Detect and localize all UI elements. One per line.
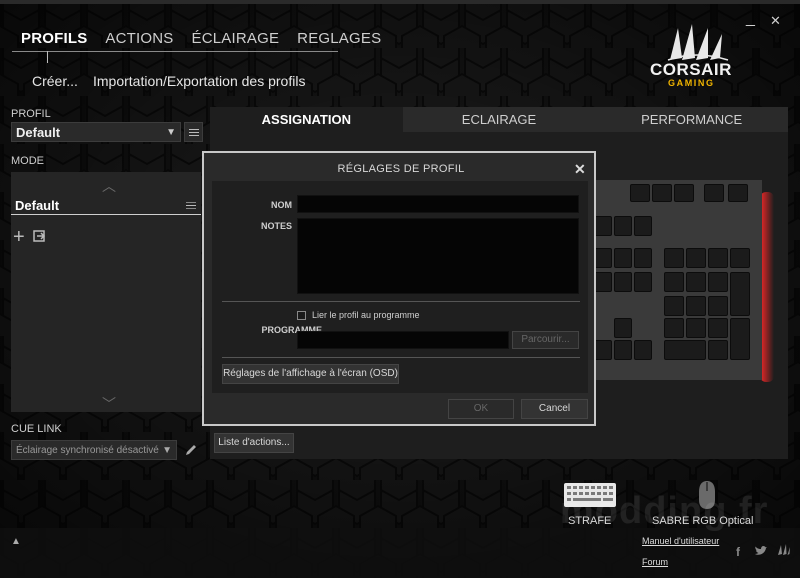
mode-item-underline	[11, 214, 201, 215]
top-nav: PROFILS ACTIONS ÉCLAIRAGE REGLAGES	[12, 30, 390, 52]
tab-actions[interactable]: ACTIONS	[96, 30, 182, 52]
dialog-title: RÉGLAGES DE PROFIL	[337, 163, 465, 175]
profile-select-value: Default	[16, 124, 61, 140]
profile-settings-dialog: RÉGLAGES DE PROFIL ✕ NOM NOTES Lier le p…	[202, 151, 596, 426]
cue-link-select[interactable]: Éclairage synchronisé désactivé ▼	[11, 440, 177, 460]
minimize-button[interactable]: _	[746, 11, 755, 27]
mode-item-menu-icon[interactable]	[186, 202, 196, 209]
twitter-icon[interactable]	[754, 545, 768, 557]
forum-link[interactable]: Forum	[642, 557, 668, 567]
browse-button[interactable]: Parcourir...	[512, 331, 579, 349]
ok-button[interactable]: OK	[448, 399, 514, 419]
scroll-down-icon[interactable]: ﹀	[102, 394, 116, 414]
dialog-separator	[222, 357, 580, 358]
osd-settings-button[interactable]: Réglages de l'affichage à l'écran (OSD)	[222, 364, 399, 384]
notes-textarea[interactable]	[297, 218, 579, 294]
nav-active-marker	[47, 51, 48, 63]
nav-underline	[12, 51, 338, 52]
tab-profils[interactable]: PROFILS	[12, 30, 96, 52]
watermark: modding.fr	[560, 490, 769, 532]
cancel-button[interactable]: Cancel	[521, 399, 588, 419]
mode-item-default[interactable]: Default	[15, 198, 59, 213]
link-program-checkbox[interactable]	[297, 311, 306, 320]
dialog-separator	[222, 301, 580, 302]
corsair-small-icon[interactable]	[776, 543, 792, 557]
chevron-down-icon: ▼	[166, 126, 176, 138]
cue-link-select-value: Éclairage synchronisé désactivé	[16, 444, 159, 456]
chevron-down-icon: ▼	[162, 444, 172, 456]
tab-performance[interactable]: PERFORMANCE	[595, 107, 789, 132]
collapse-up-icon[interactable]: ▲	[11, 536, 21, 547]
dialog-close-icon[interactable]: ✕	[574, 161, 586, 178]
brand-name: CORSAIR	[650, 60, 732, 79]
close-window-button[interactable]: ✕	[770, 14, 781, 28]
profile-select[interactable]: Default ▼	[11, 122, 181, 142]
action-list-button[interactable]: Liste d'actions...	[214, 433, 294, 453]
mode-label: MODE	[11, 155, 44, 167]
nom-label: NOM	[271, 200, 292, 210]
create-profile-link[interactable]: Créer...	[32, 73, 78, 89]
facebook-icon[interactable]: f	[736, 545, 740, 559]
tab-eclairage-main[interactable]: ECLAIRAGE	[402, 107, 596, 132]
edit-pencil-icon[interactable]	[184, 443, 198, 457]
import-export-link[interactable]: Importation/Exportation des profils	[93, 73, 305, 89]
import-mode-icon[interactable]	[32, 229, 46, 243]
brand-sub: GAMING	[668, 78, 715, 88]
keyboard-glow	[760, 192, 774, 382]
tab-assignation[interactable]: ASSIGNATION	[210, 107, 403, 132]
profile-menu-button[interactable]	[184, 122, 203, 142]
tab-eclairage[interactable]: ÉCLAIRAGE	[182, 30, 288, 52]
cue-link-label: CUE LINK	[11, 423, 62, 435]
add-mode-icon[interactable]: +	[13, 227, 25, 247]
assign-tabs: ASSIGNATION ECLAIRAGE PERFORMANCE	[210, 107, 789, 132]
nom-input[interactable]	[297, 195, 579, 213]
menu-icon	[188, 128, 199, 136]
link-program-label: Lier le profil au programme	[312, 310, 420, 320]
dialog-body: NOM NOTES Lier le profil au programme PR…	[212, 181, 588, 393]
profil-label: PROFIL	[11, 108, 51, 120]
user-manual-link[interactable]: Manuel d'utilisateur	[642, 536, 719, 546]
keyboard-preview[interactable]	[592, 180, 762, 380]
programme-input[interactable]	[297, 331, 509, 349]
notes-label: NOTES	[260, 221, 292, 231]
scroll-up-icon[interactable]: ︿	[102, 176, 116, 196]
tab-reglages[interactable]: REGLAGES	[288, 30, 390, 52]
